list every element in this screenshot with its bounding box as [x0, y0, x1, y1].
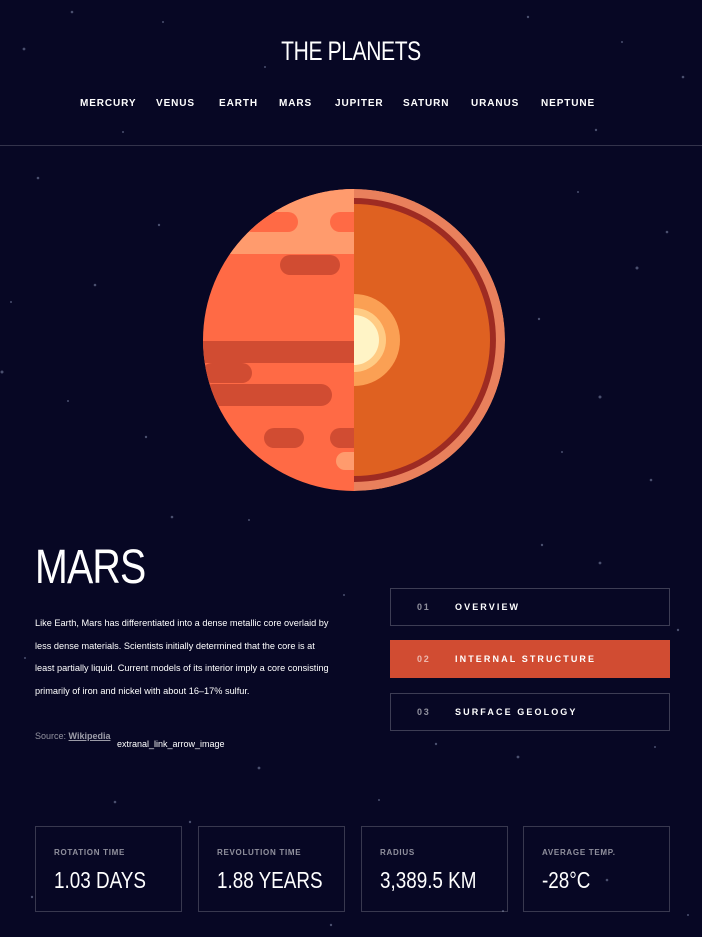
- stat-label: ROTATION TIME: [54, 848, 126, 857]
- source-line: Source: Wikipedia extranal_link_arrow_im…: [35, 731, 225, 749]
- external-link-arrow-icon[interactable]: extranal_link_arrow_image: [117, 739, 225, 749]
- planet-nav: MERCURY VENUS EARTH MARS JUPITER SATURN …: [0, 98, 702, 112]
- nav-item-jupiter[interactable]: JUPITER: [335, 98, 384, 109]
- wikipedia-link[interactable]: Wikipedia: [69, 731, 111, 741]
- stat-value: 1.03 DAYS: [54, 867, 146, 893]
- tab-label: SURFACE GEOLOGY: [455, 707, 578, 717]
- nav-item-saturn[interactable]: SATURN: [403, 98, 449, 109]
- tab-number: 02: [417, 654, 431, 664]
- stat-value: 3,389.5 KM: [380, 867, 477, 893]
- nav-item-uranus[interactable]: URANUS: [471, 98, 519, 109]
- stat-label: REVOLUTION TIME: [217, 848, 302, 857]
- stat-label: AVERAGE TEMP.: [542, 848, 616, 857]
- source-label: Source:: [35, 731, 67, 741]
- nav-item-mercury[interactable]: MERCURY: [80, 98, 137, 109]
- stat-radius: RADIUS 3,389.5 KM: [361, 826, 508, 912]
- stat-average-temp: AVERAGE TEMP. -28°C: [523, 826, 670, 912]
- stat-label: RADIUS: [380, 848, 415, 857]
- tab-surface-geology[interactable]: 03 SURFACE GEOLOGY: [390, 693, 670, 731]
- tab-label: OVERVIEW: [455, 602, 521, 612]
- nav-item-mars[interactable]: MARS: [279, 98, 312, 109]
- planet-description: Like Earth, Mars has differentiated into…: [35, 618, 329, 697]
- tab-overview[interactable]: 01 OVERVIEW: [390, 588, 670, 626]
- tab-label: INTERNAL STRUCTURE: [455, 654, 597, 664]
- site-logo[interactable]: THE PLANETS: [77, 36, 625, 67]
- nav-item-earth[interactable]: EARTH: [219, 98, 258, 109]
- stat-rotation-time: ROTATION TIME 1.03 DAYS: [35, 826, 182, 912]
- nav-item-venus[interactable]: VENUS: [156, 98, 195, 109]
- stat-revolution-time: REVOLUTION TIME 1.88 YEARS: [198, 826, 345, 912]
- planet-name: MARS: [35, 541, 146, 594]
- tab-number: 03: [417, 707, 431, 717]
- site-header: THE PLANETS MERCURY VENUS EARTH MARS JUP…: [0, 0, 702, 146]
- stat-value: -28°C: [542, 867, 591, 893]
- stat-value: 1.88 YEARS: [217, 867, 323, 893]
- tab-internal-structure[interactable]: 02 INTERNAL STRUCTURE: [390, 640, 670, 678]
- nav-item-neptune[interactable]: NEPTUNE: [541, 98, 595, 109]
- tab-number: 01: [417, 602, 431, 612]
- planet-internal-structure-image: [202, 188, 506, 492]
